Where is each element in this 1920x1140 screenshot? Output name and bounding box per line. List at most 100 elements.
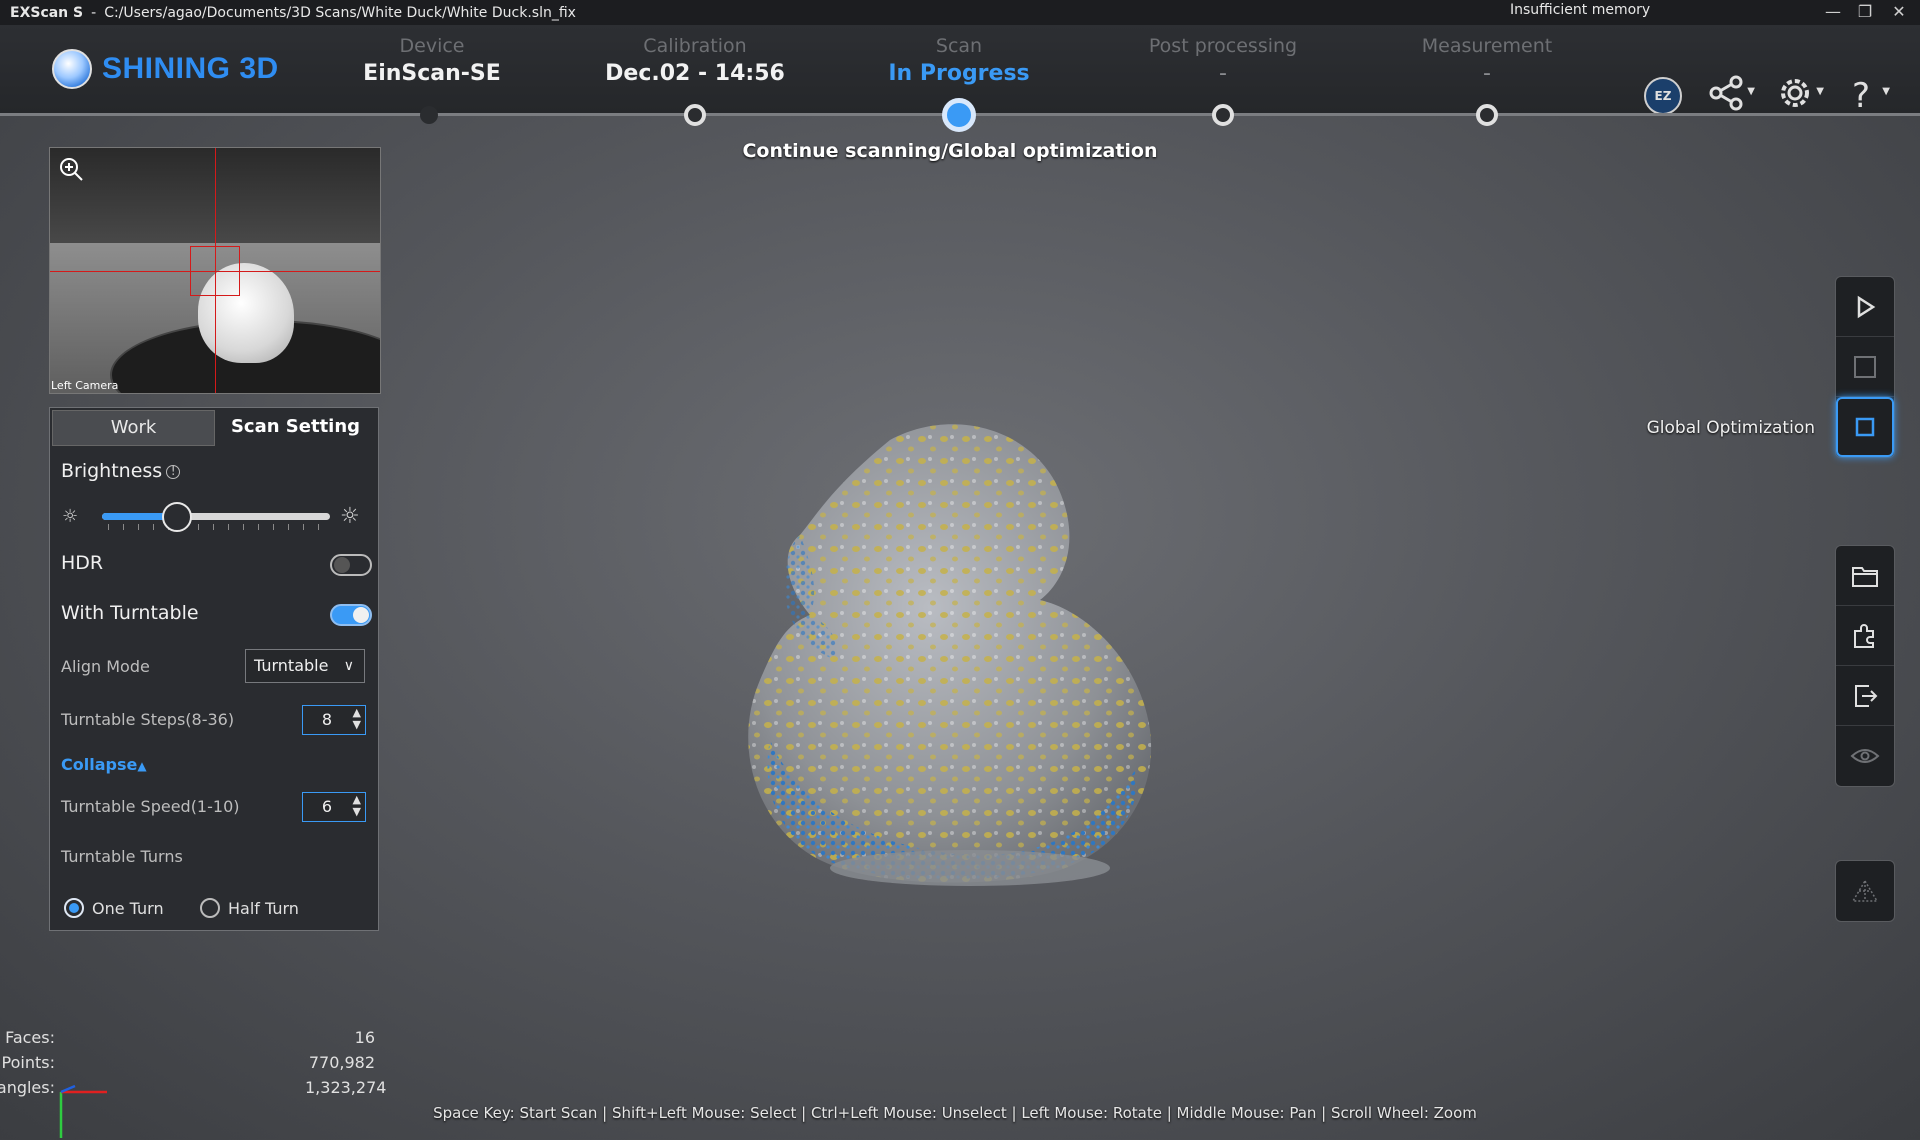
play-glyph [1857, 295, 1876, 318]
duck-mesh [748, 424, 1152, 886]
focus-box [190, 246, 240, 296]
turntable-speed-value: 6 [321, 797, 333, 816]
align-mode-value: Turntable [254, 656, 329, 675]
collapse-link[interactable]: Collapse▲ [61, 755, 147, 774]
step-node-device [420, 106, 438, 124]
radio-label: Half Turn [228, 898, 299, 918]
turntable-speed-input[interactable]: 6 ▲ ▼ [302, 792, 366, 822]
file-toolbar [1835, 545, 1895, 787]
turntable-speed-label: Turntable Speed(1-10) [61, 797, 240, 816]
app-name: EXScan S [10, 4, 84, 21]
stat-value: 770,982 [308, 1053, 375, 1072]
brightness-label: Brightness [61, 460, 163, 482]
radio-indicator [200, 898, 220, 918]
title-bar: EXScan S - C:/Users/agao/Documents/3D Sc… [0, 0, 1920, 25]
axis-gizmo-icon [55, 1082, 115, 1140]
stepper-arrows-icon[interactable]: ▲ ▼ [353, 707, 361, 731]
step-measurement[interactable]: Measurement - [1357, 35, 1617, 86]
export-icon[interactable] [1836, 666, 1894, 726]
restore-button[interactable]: ❐ [1850, 0, 1880, 25]
plugin-icon[interactable] [1836, 606, 1894, 666]
radio-one-turn[interactable]: One Turn [64, 898, 164, 918]
step-value: Dec.02 - 14:56 [605, 61, 785, 86]
align-mode-label: Align Mode [61, 657, 150, 676]
brightness-low-icon: ☼ [62, 506, 79, 527]
share-glyph [1709, 75, 1743, 111]
turntable-steps-input[interactable]: 8 ▲ ▼ [302, 705, 366, 735]
chevron-down-icon: ∨ [343, 658, 354, 674]
step-label: Post processing [1148, 35, 1298, 57]
step-post-processing[interactable]: Post processing - [1093, 35, 1353, 86]
info-icon[interactable]: ! [166, 465, 181, 479]
step-node-post-processing[interactable] [1212, 104, 1234, 126]
step-node-scan[interactable] [942, 98, 976, 132]
stat-value: 16 [354, 1028, 375, 1047]
scan-settings-panel: Work Scan Setting Brightness! ☼ ☼ HDR Wi… [49, 407, 379, 931]
memory-warning: Insufficient memory [1510, 2, 1651, 18]
global-optimization-icon[interactable] [1836, 397, 1894, 457]
stat-label: Points: [1, 1053, 55, 1072]
turntable-steps-value: 8 [321, 710, 333, 729]
turntable-turns-label: Turntable Turns [61, 847, 183, 866]
gear-glyph [1781, 79, 1809, 107]
hdr-toggle[interactable] [330, 554, 372, 576]
stat-label: Triangles: [0, 1078, 55, 1097]
close-button[interactable]: ✕ [1884, 0, 1914, 25]
step-device[interactable]: Device EinScan-SE [302, 35, 562, 86]
panel-tabs: Work Scan Setting [52, 410, 376, 446]
step-label: Scan [935, 35, 983, 57]
open-folder-icon[interactable] [1836, 546, 1894, 606]
radio-half-turn[interactable]: Half Turn [200, 898, 299, 918]
stop-glyph [1854, 355, 1876, 378]
play-icon[interactable] [1836, 277, 1894, 337]
brand-logo: SHINING 3D [52, 49, 279, 89]
eye-glyph [1850, 749, 1880, 763]
scan-model-viewport[interactable] [740, 410, 1160, 890]
visibility-icon[interactable] [1836, 726, 1894, 786]
camera-label: Left Camera [51, 379, 119, 392]
global-optimization-label: Global Optimization [1646, 418, 1815, 438]
zoom-in-icon[interactable] [58, 156, 84, 188]
ezmodel-badge: EZ [1644, 77, 1682, 115]
radio-label: One Turn [92, 898, 164, 918]
step-value: In Progress [888, 61, 1030, 86]
camera-preview[interactable]: Left Camera [49, 147, 381, 394]
mesh-icon[interactable] [1836, 861, 1894, 921]
step-value: - [1483, 61, 1491, 86]
scan-control-toolbar [1835, 276, 1895, 458]
step-label: Measurement [1421, 35, 1553, 57]
step-calibration[interactable]: Calibration Dec.02 - 14:56 [565, 35, 825, 86]
turntable-toggle[interactable] [330, 604, 372, 626]
brightness-high-icon: ☼ [340, 504, 360, 529]
hdr-label: HDR [61, 552, 104, 574]
shortcut-hints: Space Key: Start Scan | Shift+Left Mouse… [433, 1104, 1477, 1122]
logo-icon [52, 49, 92, 89]
slider-ticks [108, 524, 328, 530]
export-glyph [1855, 684, 1878, 707]
toggle-knob [353, 607, 369, 623]
stepper-arrows-icon[interactable]: ▲ ▼ [353, 794, 361, 818]
collapse-label: Collapse [61, 755, 138, 774]
chevron-down-icon: ▼ [1882, 86, 1890, 97]
minimize-button[interactable]: — [1818, 0, 1848, 25]
stop-scan-icon[interactable] [1836, 337, 1894, 397]
turntable-label: With Turntable [61, 602, 199, 624]
brightness-row: Brightness! [61, 460, 181, 482]
step-value: - [1219, 61, 1227, 86]
title-separator: - [91, 4, 97, 21]
step-scan[interactable]: Scan In Progress [829, 35, 1089, 86]
align-mode-select[interactable]: Turntable ∨ [245, 649, 365, 683]
square-glyph [1855, 417, 1875, 437]
brightness-slider-handle[interactable] [162, 502, 192, 532]
step-node-measurement[interactable] [1476, 104, 1498, 126]
file-path: C:/Users/agao/Documents/3D Scans/White D… [104, 4, 576, 21]
step-label: Device [399, 35, 465, 57]
stat-label: Faces: [5, 1028, 55, 1047]
tab-work[interactable]: Work [52, 410, 215, 446]
axis-glyph [59, 1084, 107, 1138]
chevron-down-icon: ▼ [1747, 86, 1755, 97]
tab-scan-setting[interactable]: Scan Setting [215, 410, 376, 446]
step-node-calibration[interactable] [684, 104, 706, 126]
radio-indicator [64, 898, 84, 918]
turntable-steps-label: Turntable Steps(8-36) [61, 710, 235, 729]
